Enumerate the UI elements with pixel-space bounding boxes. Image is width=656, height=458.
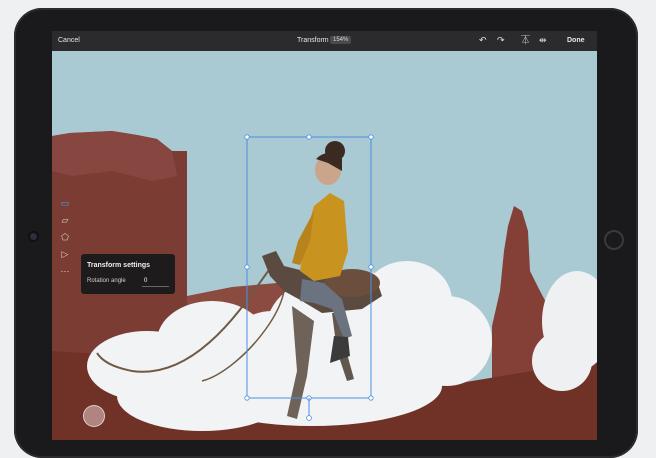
handle-top[interactable] <box>306 134 312 140</box>
transform-settings-popover: Transform settings Rotation angle 0 <box>81 254 175 294</box>
distort-icon[interactable]: ▱ <box>58 213 72 227</box>
handle-bottom-left[interactable] <box>244 395 250 401</box>
rectangle-select-icon[interactable]: ▭ <box>58 196 72 210</box>
top-toolbar: Cancel Transform 154% ↶ ↷ ⏄ ⇹ Done <box>52 31 597 51</box>
handle-bottom-right[interactable] <box>368 395 374 401</box>
front-camera <box>30 233 37 240</box>
rotation-angle-label: Rotation angle <box>87 278 126 284</box>
mode-title: Transform <box>297 37 329 44</box>
more-icon[interactable]: ⋯ <box>58 264 72 278</box>
canvas[interactable] <box>52 51 597 440</box>
handle-right[interactable] <box>368 264 374 270</box>
flip-horizontal-icon[interactable]: ⇹ <box>539 35 547 45</box>
perspective-icon[interactable]: ⬠ <box>58 230 72 244</box>
cancel-button[interactable]: Cancel <box>58 37 80 44</box>
rotation-angle-input[interactable]: 0 <box>144 278 147 284</box>
app-screen: Cancel Transform 154% ↶ ↷ ⏄ ⇹ Done ▭ ▱ ⬠… <box>52 31 597 440</box>
zoom-level-badge[interactable]: 154% <box>330 36 352 44</box>
handle-top-left[interactable] <box>244 134 250 140</box>
undo-icon[interactable]: ↶ <box>479 35 487 45</box>
touch-modifier-button[interactable] <box>83 405 105 427</box>
handle-top-right[interactable] <box>368 134 374 140</box>
triangle-warp-icon[interactable]: ▷ <box>58 247 72 261</box>
home-button[interactable] <box>604 230 624 250</box>
redo-icon[interactable]: ↷ <box>497 35 505 45</box>
flip-vertical-icon[interactable]: ⏄ <box>521 35 530 45</box>
popover-title: Transform settings <box>87 262 151 269</box>
handle-left[interactable] <box>244 264 250 270</box>
rotation-handle[interactable] <box>306 415 312 421</box>
done-button[interactable]: Done <box>567 37 585 44</box>
rotation-angle-underline <box>142 286 169 287</box>
